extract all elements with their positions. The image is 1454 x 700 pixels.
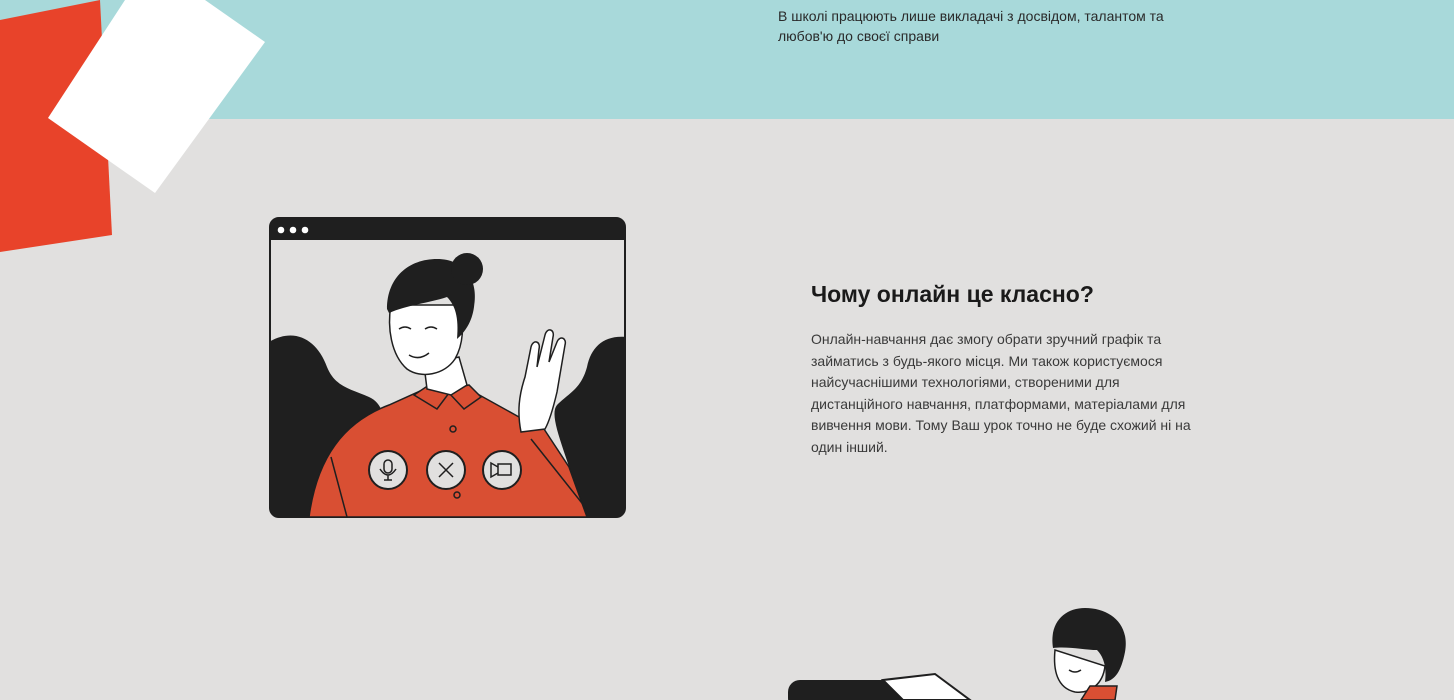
window-dot-icon [289, 226, 297, 234]
camera-icon [482, 450, 522, 490]
video-call-illustration [269, 217, 626, 518]
window-dot-icon [277, 226, 285, 234]
teachers-description: В школі працюють лише викладачі з досвід… [778, 8, 1164, 44]
microphone-icon [368, 450, 408, 490]
person-laptop-illustration [788, 608, 1126, 700]
section-title: Чому онлайн це класно? [811, 281, 1094, 307]
close-icon [426, 450, 466, 490]
paper-decoration [0, 0, 265, 252]
window-dot-icon [301, 226, 309, 234]
section-description: Онлайн-навчання дає змогу обрати зручний… [811, 331, 1191, 455]
